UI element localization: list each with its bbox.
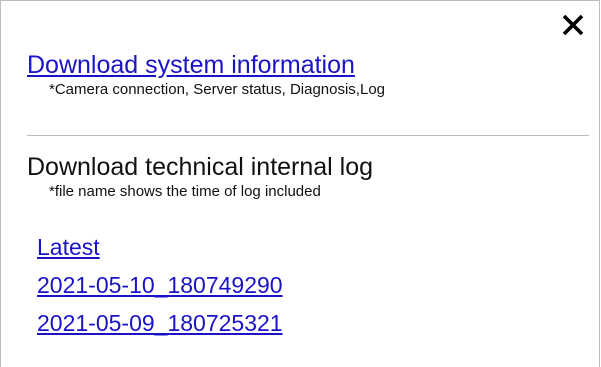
log-link-latest[interactable]: Latest xyxy=(37,233,283,271)
download-system-information-link[interactable]: Download system information xyxy=(27,49,355,81)
internal-log-heading: Download technical internal log xyxy=(27,153,374,181)
close-button[interactable] xyxy=(560,12,586,38)
download-dialog: Download system information *Camera conn… xyxy=(0,0,600,367)
log-link-2021-05-10[interactable]: 2021-05-10_180749290 xyxy=(37,271,283,309)
section-divider xyxy=(27,135,589,136)
close-icon xyxy=(562,14,584,36)
system-information-section: Download system information *Camera conn… xyxy=(27,49,579,99)
system-information-note: *Camera connection, Server status, Diagn… xyxy=(49,81,386,98)
internal-log-note: *file name shows the time of log include… xyxy=(49,183,321,200)
log-link-2021-05-09[interactable]: 2021-05-09_180725321 xyxy=(37,309,283,347)
internal-log-section: Download technical internal log *file na… xyxy=(27,151,579,201)
log-file-list: Latest 2021-05-10_180749290 2021-05-09_1… xyxy=(37,233,283,347)
